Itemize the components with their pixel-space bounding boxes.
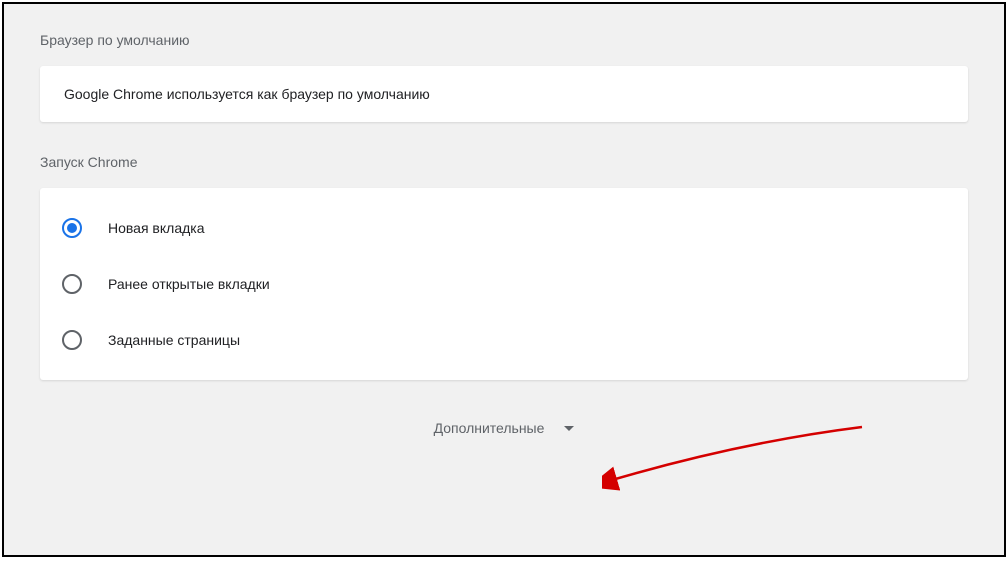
radio-icon [62,330,82,350]
advanced-label: Дополнительные [434,420,545,436]
radio-option-previous-tabs[interactable]: Ранее открытые вкладки [62,256,946,312]
chevron-down-icon [564,426,574,431]
startup-title: Запуск Chrome [40,154,968,170]
default-browser-card: Google Chrome используется как браузер п… [40,66,968,122]
radio-icon [62,274,82,294]
default-browser-title: Браузер по умолчанию [40,32,968,48]
radio-icon [62,218,82,238]
advanced-button[interactable]: Дополнительные [434,420,575,436]
radio-option-new-tab[interactable]: Новая вкладка [62,200,946,256]
settings-panel: Браузер по умолчанию Google Chrome испол… [2,2,1006,557]
radio-label: Новая вкладка [108,220,205,236]
radio-label: Ранее открытые вкладки [108,276,270,292]
radio-label: Заданные страницы [108,332,240,348]
advanced-row: Дополнительные [40,420,968,436]
radio-option-specific-pages[interactable]: Заданные страницы [62,312,946,368]
startup-options-card: Новая вкладка Ранее открытые вкладки Зад… [40,188,968,380]
default-browser-message: Google Chrome используется как браузер п… [64,86,944,102]
